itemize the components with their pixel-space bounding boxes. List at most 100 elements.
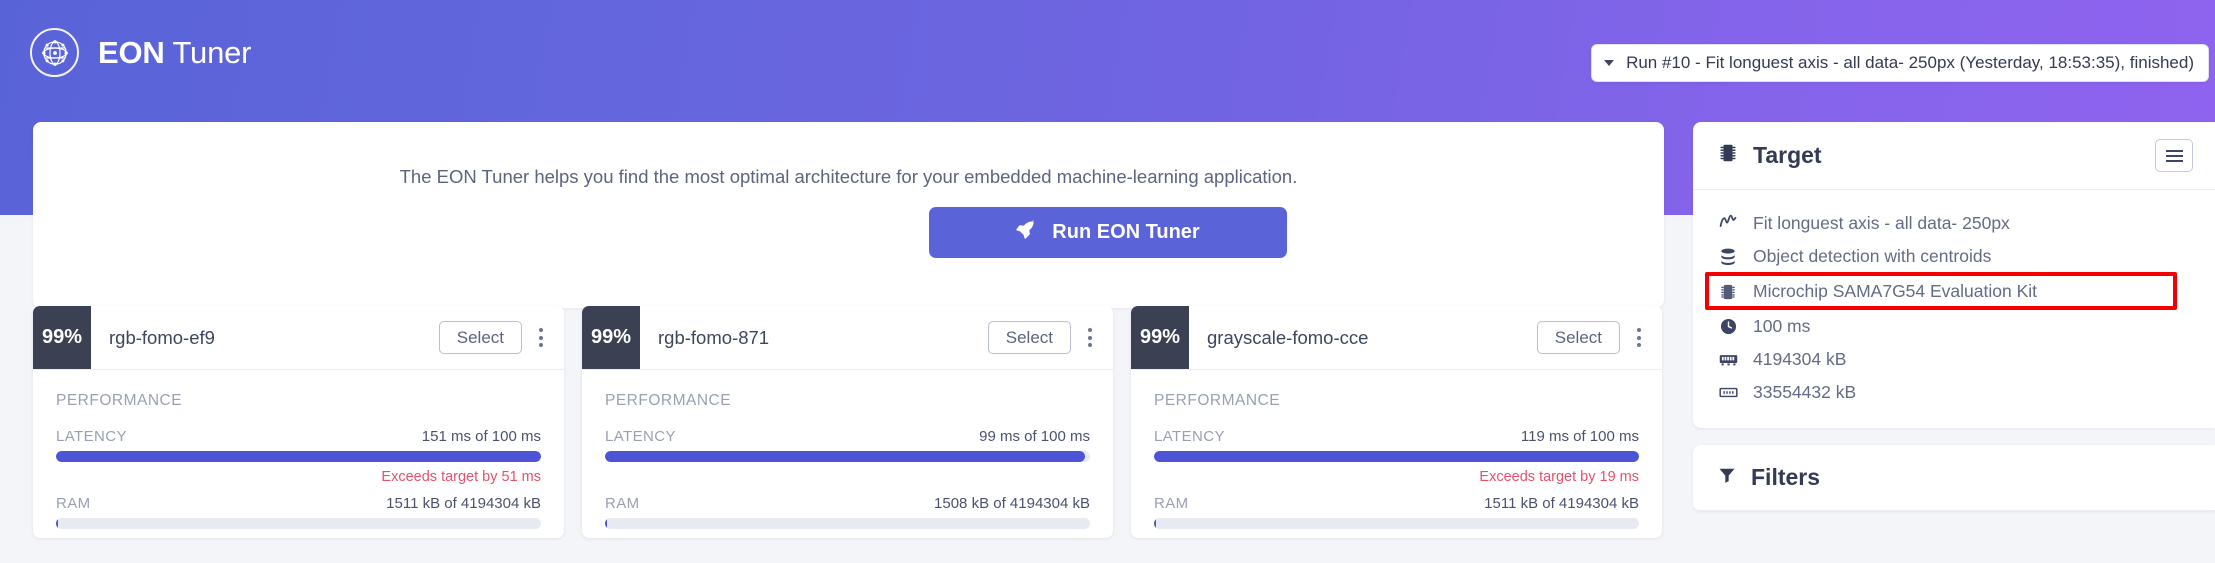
- eon-atom-logo-icon: [30, 28, 79, 77]
- performance-section-label: PERFORMANCE: [605, 392, 732, 409]
- target-item-label: 33554432 kB: [1753, 382, 1857, 402]
- metric-warning: Exceeds target by 51 ms: [381, 469, 541, 485]
- chip-icon: [1717, 282, 1739, 302]
- metric-label: RAM: [56, 495, 91, 512]
- performance-section-label: PERFORMANCE: [56, 392, 183, 409]
- metric-progress-bar: [1154, 451, 1639, 462]
- target-panel-title: Target: [1753, 142, 1822, 168]
- model-name: grayscale-fomo-cce: [1207, 326, 1369, 348]
- model-name: rgb-fomo-ef9: [109, 326, 215, 348]
- metric-value: 1511 kB of 4194304 kB: [1484, 495, 1639, 512]
- metric-progress-bar: [1154, 518, 1639, 529]
- score-badge: 99%: [582, 306, 640, 369]
- kebab-menu-icon[interactable]: [1071, 328, 1109, 347]
- metric-progress-bar: [605, 518, 1090, 529]
- metric-progress-bar: [56, 518, 541, 529]
- metric-label: RAM: [605, 495, 640, 512]
- model-card-header: 99% rgb-fomo-871 Select: [582, 306, 1113, 370]
- metric-label: LATENCY: [605, 428, 676, 445]
- metric-progress-fill: [605, 518, 608, 529]
- performance-section-label: PERFORMANCE: [1154, 392, 1281, 409]
- metric-ram: RAM 1511 kB of 4194304 kB: [1154, 495, 1639, 529]
- metric-label: LATENCY: [56, 428, 127, 445]
- run-eon-tuner-label: Run EON Tuner: [1052, 221, 1200, 243]
- metric-progress-fill: [56, 518, 59, 529]
- model-card[interactable]: 99% rgb-fomo-871 Select PERFORMANCE LATE…: [582, 306, 1113, 538]
- metric-latency: LATENCY 151 ms of 100 ms Exceeds target …: [56, 428, 541, 486]
- brand-name-bold: EON: [98, 34, 165, 70]
- target-item-ram[interactable]: 4194304 kB: [1693, 343, 2215, 376]
- run-eon-tuner-button[interactable]: Run EON Tuner: [928, 207, 1287, 258]
- target-item-input-block[interactable]: Fit longuest axis - all data- 250px: [1693, 207, 2215, 240]
- metric-ram: RAM 1508 kB of 4194304 kB: [605, 495, 1090, 529]
- model-card[interactable]: 99% rgb-fomo-ef9 Select PERFORMANCE LATE…: [33, 306, 564, 538]
- kebab-menu-icon[interactable]: [1620, 328, 1658, 347]
- chevron-down-icon: [1604, 60, 1615, 66]
- target-item-list: Fit longuest axis - all data- 250px Obje…: [1693, 190, 2215, 428]
- target-panel: Target Fit longuest axis - all data- 250…: [1693, 122, 2215, 428]
- target-item-label: Microchip SAMA7G54 Evaluation Kit: [1753, 281, 2038, 301]
- model-card[interactable]: 99% grayscale-fomo-cce Select PERFORMANC…: [1131, 306, 1662, 538]
- filters-panel-header: Filters: [1693, 445, 2215, 511]
- database-stack-icon: [1717, 247, 1739, 267]
- model-card-list: 99% rgb-fomo-ef9 Select PERFORMANCE LATE…: [33, 306, 1664, 538]
- metric-value: 1511 kB of 4194304 kB: [386, 495, 541, 512]
- target-item-latency[interactable]: 100 ms: [1693, 310, 2215, 343]
- run-selector-dropdown[interactable]: Run #10 - Fit longuest axis - all data- …: [1591, 44, 2209, 82]
- target-panel-header: Target: [1693, 122, 2215, 190]
- metric-progress-fill: [56, 451, 541, 462]
- filters-panel-title: Filters: [1751, 464, 1821, 490]
- intro-panel: The EON Tuner helps you find the most op…: [33, 122, 1664, 308]
- metric-warning: Exceeds target by 19 ms: [1479, 469, 1639, 485]
- memory-ram-icon: [1717, 349, 1739, 370]
- target-item-label: Fit longuest axis - all data- 250px: [1753, 213, 2010, 233]
- run-selector-value: Run #10 - Fit longuest axis - all data- …: [1626, 53, 2194, 72]
- metric-progress-bar: [605, 451, 1090, 462]
- model-card-header: 99% rgb-fomo-ef9 Select: [33, 306, 564, 370]
- target-item-learn-block[interactable]: Object detection with centroids: [1693, 240, 2215, 273]
- metric-label: RAM: [1154, 495, 1189, 512]
- metric-progress-fill: [605, 451, 1086, 462]
- signal-wave-icon: [1717, 213, 1739, 234]
- metric-progress-bar: [56, 451, 541, 462]
- target-item-device[interactable]: Microchip SAMA7G54 Evaluation Kit: [1693, 272, 2215, 310]
- score-badge: 99%: [33, 306, 91, 369]
- funnel-filter-icon: [1717, 465, 1737, 490]
- metric-value: 151 ms of 100 ms: [421, 428, 541, 445]
- memory-rom-icon: [1717, 382, 1739, 403]
- target-item-label: 100 ms: [1753, 316, 1811, 336]
- metric-value: 99 ms of 100 ms: [979, 428, 1090, 445]
- metric-progress-fill: [1154, 451, 1639, 462]
- select-button[interactable]: Select: [987, 321, 1071, 354]
- chip-icon: [1717, 142, 1739, 169]
- model-card-body: PERFORMANCE LATENCY 119 ms of 100 ms Exc…: [1131, 370, 1662, 529]
- metric-value: 119 ms of 100 ms: [1520, 428, 1639, 445]
- eon-tuner-page: EON Tuner Run #10 - Fit longuest axis - …: [0, 0, 2215, 563]
- metric-label: LATENCY: [1154, 428, 1225, 445]
- metric-progress-fill: [1154, 518, 1157, 529]
- metric-latency: LATENCY 119 ms of 100 ms Exceeds target …: [1154, 428, 1639, 486]
- target-item-rom[interactable]: 33554432 kB: [1693, 376, 2215, 409]
- metric-value: 1508 kB of 4194304 kB: [934, 495, 1090, 512]
- kebab-menu-icon[interactable]: [522, 328, 560, 347]
- model-card-body: PERFORMANCE LATENCY 99 ms of 100 ms RAM …: [582, 370, 1113, 529]
- page-title: EON Tuner: [98, 35, 251, 71]
- target-item-label: Object detection with centroids: [1753, 246, 1992, 266]
- metric-ram: RAM 1511 kB of 4194304 kB: [56, 495, 541, 529]
- score-badge: 99%: [1131, 306, 1189, 369]
- model-name: rgb-fomo-871: [658, 326, 770, 348]
- rocket-icon: [1015, 219, 1036, 246]
- model-card-header: 99% grayscale-fomo-cce Select: [1131, 306, 1662, 370]
- target-item-label: 4194304 kB: [1753, 349, 1847, 369]
- brand-name-regular: Tuner: [172, 34, 252, 70]
- hamburger-menu-icon[interactable]: [2155, 139, 2193, 172]
- select-button[interactable]: Select: [1536, 321, 1620, 354]
- brand: EON Tuner: [30, 28, 251, 77]
- model-card-body: PERFORMANCE LATENCY 151 ms of 100 ms Exc…: [33, 370, 564, 529]
- select-button[interactable]: Select: [438, 321, 522, 354]
- intro-description: The EON Tuner helps you find the most op…: [399, 166, 1298, 187]
- sidebar: Target Fit longuest axis - all data- 250…: [1693, 122, 2215, 528]
- filters-panel: Filters: [1693, 445, 2215, 511]
- clock-icon: [1717, 317, 1739, 336]
- metric-latency: LATENCY 99 ms of 100 ms: [605, 428, 1090, 486]
